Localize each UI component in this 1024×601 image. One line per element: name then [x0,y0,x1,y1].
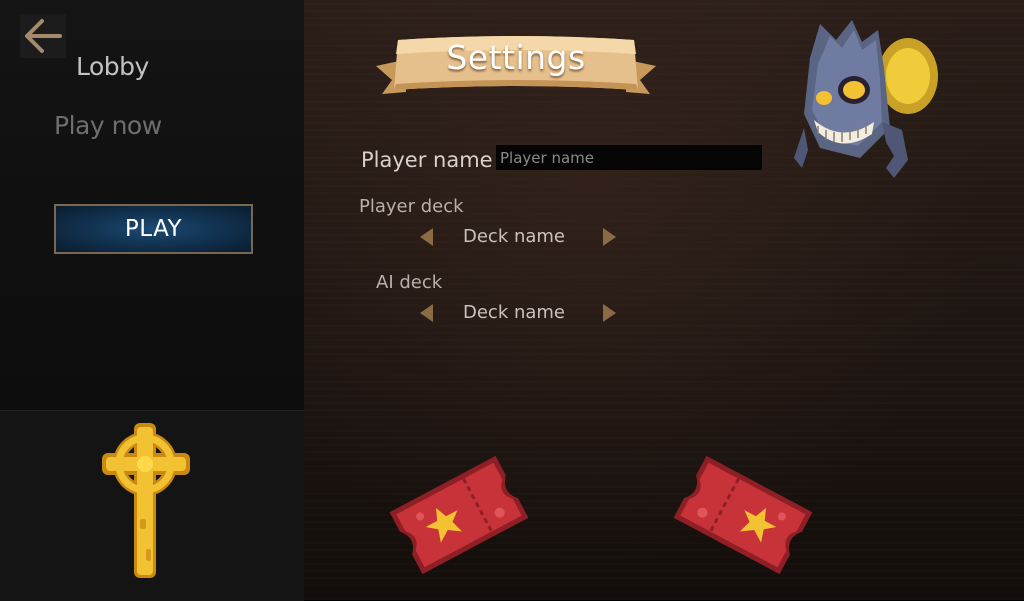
player-name-input[interactable] [496,145,762,170]
sidebar-artwork-panel [0,410,304,601]
ai-deck-prev-arrow-icon[interactable] [420,304,433,322]
ai-deck-label: AI deck [376,272,443,293]
sidebar: Lobby Play now PLAY [0,0,304,410]
play-now-label: Play now [54,111,162,140]
lobby-title: Lobby [76,52,149,81]
play-button[interactable]: PLAY [54,204,253,254]
ai-deck-value: Deck name [462,302,566,323]
ticket-right-icon [673,455,813,575]
back-button[interactable] [20,14,66,58]
ai-deck-next-arrow-icon[interactable] [603,304,616,322]
player-deck-next-arrow-icon[interactable] [603,228,616,246]
page-title: Settings [446,38,586,77]
player-deck-value: Deck name [462,226,566,247]
player-name-label: Player name [361,148,493,172]
ticket-left-icon [389,455,529,575]
back-arrow-icon [25,19,62,53]
player-deck-prev-arrow-icon[interactable] [420,228,433,246]
player-deck-label: Player deck [359,196,464,217]
celtic-cross-icon [102,423,190,578]
monster-portrait-icon [794,20,938,178]
